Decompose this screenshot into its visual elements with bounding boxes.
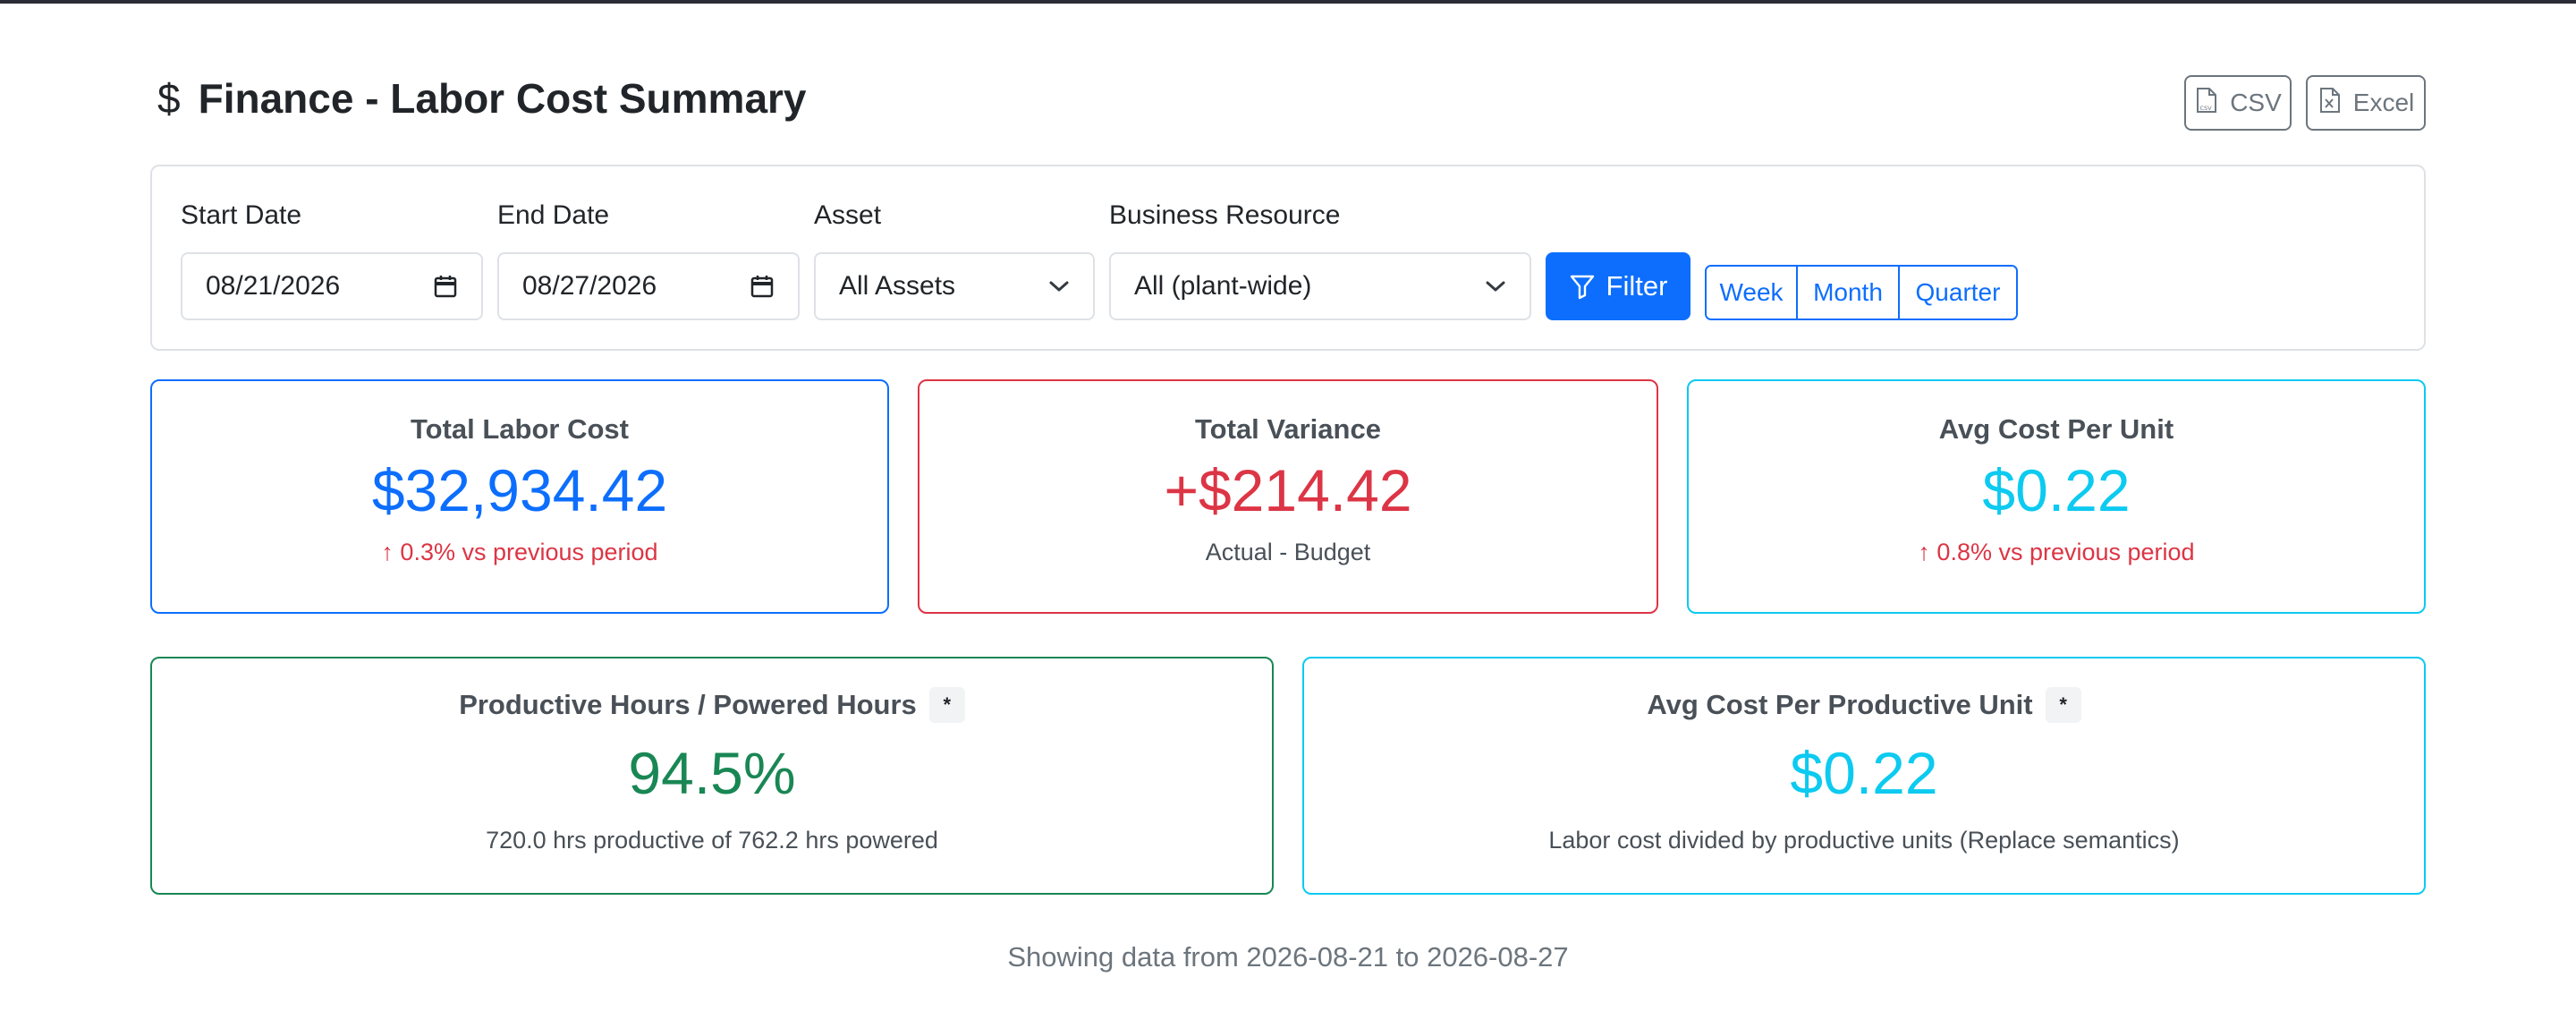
filter-button-label: Filter [1606,270,1668,302]
info-badge[interactable]: * [928,687,965,723]
info-badge[interactable]: * [2045,687,2081,723]
total-labor-cost-card: Total Labor Cost $32,934.42 ↑ 0.3% vs pr… [150,379,889,614]
avg-cost-per-unit-card: Avg Cost Per Unit $0.22 ↑ 0.8% vs previo… [1687,379,2426,614]
export-excel-button[interactable]: Excel [2306,75,2426,131]
asset-select-value: All Assets [839,271,956,301]
end-date-input[interactable]: 08/27/2026 [497,252,800,320]
chevron-down-icon [1486,281,1505,292]
stat-title: Avg Cost Per Unit [1938,413,2174,445]
top-bar [0,0,2576,4]
stat-subtitle: Labor cost divided by productive units (… [1548,827,2180,854]
dollar-icon: $ [157,75,181,122]
stat-title: Total Variance [1195,413,1381,445]
page-title: $ Finance - Labor Cost Summary [157,72,807,125]
page-title-text: Finance - Labor Cost Summary [198,75,807,122]
range-quarter-button[interactable]: Quarter [1900,267,2016,319]
stat-title: Total Labor Cost [411,413,629,445]
date-range-note: Showing data from 2026-08-21 to 2026-08-… [1007,941,1569,973]
stat-trend: ↑ 0.8% vs previous period [1918,539,2195,565]
stat-title-text: Productive Hours / Powered Hours [459,689,917,720]
range-week-button[interactable]: Week [1707,267,1798,319]
calendar-icon[interactable] [433,274,458,299]
asset-select[interactable]: All Assets [814,252,1095,320]
start-date-label: Start Date [181,200,302,230]
end-date-label: End Date [497,200,610,230]
stat-title-text: Avg Cost Per Productive Unit [1647,689,2033,720]
productive-hours-card: Productive Hours / Powered Hours * 94.5%… [150,657,1274,895]
calendar-icon[interactable] [750,274,775,299]
stat-value: 94.5% [628,740,796,806]
range-month-button[interactable]: Month [1798,267,1900,319]
total-variance-card: Total Variance +$214.42 Actual - Budget [918,379,1658,614]
end-date-value: 08/27/2026 [522,271,657,301]
csv-label: CSV [2230,89,2282,116]
export-csv-button[interactable]: CSV CSV [2184,75,2292,131]
date-range-toggle: Week Month Quarter [1705,265,2018,320]
stat-subtitle: 720.0 hrs productive of 762.2 hrs powere… [486,827,938,854]
stat-subtitle: Actual - Budget [1205,539,1371,565]
file-csv-icon: CSV [2194,87,2219,120]
stat-value: +$214.42 [1164,457,1412,523]
avg-cost-per-productive-unit-card: Avg Cost Per Productive Unit * $0.22 Lab… [1302,657,2426,895]
stat-title: Productive Hours / Powered Hours * [459,687,965,723]
stat-value: $0.22 [1790,740,1938,806]
chevron-down-icon [1049,281,1069,292]
stat-value: $32,934.42 [371,457,668,523]
start-date-value: 08/21/2026 [206,271,341,301]
start-date-input[interactable]: 08/21/2026 [181,252,483,320]
file-excel-icon [2318,87,2343,120]
filter-button[interactable]: Filter [1546,252,1690,320]
svg-text:CSV: CSV [2200,105,2213,112]
funnel-icon [1570,275,1594,300]
business-resource-value: All (plant-wide) [1134,271,1312,301]
asset-label: Asset [814,200,882,230]
stat-trend: ↑ 0.3% vs previous period [381,539,658,565]
stat-title: Avg Cost Per Productive Unit * [1647,687,2081,723]
business-resource-select[interactable]: All (plant-wide) [1109,252,1531,320]
stat-value: $0.22 [1982,457,2131,523]
business-resource-label: Business Resource [1109,200,1341,230]
excel-label: Excel [2352,89,2415,116]
